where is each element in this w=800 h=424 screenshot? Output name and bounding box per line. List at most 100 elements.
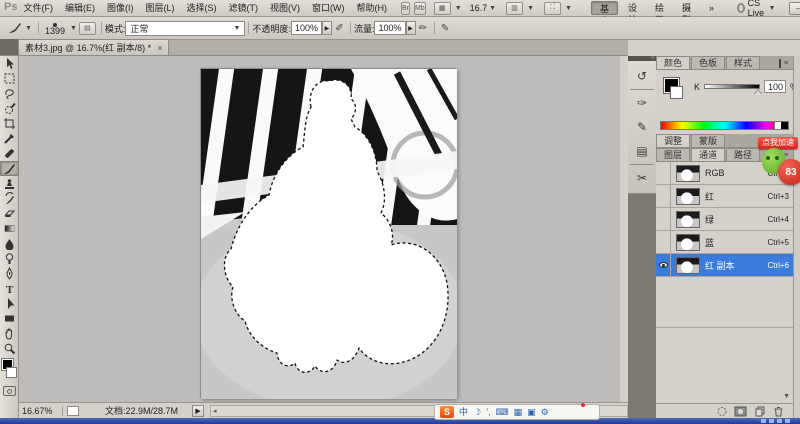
tab-adjustments[interactable]: 调整 (656, 134, 690, 147)
menu-filter[interactable]: 滤镜(T) (222, 1, 264, 16)
zoom-level-dropdown[interactable]: 16.7 ▼ (470, 3, 496, 13)
shape-tool[interactable] (0, 311, 19, 326)
quick-mask-button[interactable] (3, 386, 16, 396)
visibility-cell[interactable] (656, 231, 671, 254)
background-color-swatch[interactable] (6, 367, 17, 378)
menu-select[interactable]: 选择(S) (180, 1, 222, 16)
save-selection-as-channel-icon[interactable] (734, 406, 747, 417)
slice-panel-icon[interactable]: ✂ (631, 167, 653, 189)
white-swatch[interactable] (774, 122, 781, 129)
path-selection-tool[interactable] (0, 296, 19, 311)
flow-field[interactable]: 100% (374, 21, 405, 35)
k-value-field[interactable]: 100 (764, 80, 786, 93)
panel-menu-icon[interactable]: ≡ (779, 59, 791, 68)
clone-source-panel-icon[interactable]: ✎ (631, 116, 653, 138)
visibility-cell[interactable] (656, 208, 671, 231)
menu-image[interactable]: 图像(I) (101, 1, 140, 16)
mini-bridge-icon[interactable]: Mb (414, 2, 426, 15)
brush-tool[interactable] (0, 161, 19, 176)
pen-tool[interactable] (0, 266, 19, 281)
k-slider[interactable] (704, 84, 760, 89)
promo-number-badge[interactable]: 83 (778, 159, 800, 185)
marquee-tool[interactable] (0, 71, 19, 86)
dodge-tool[interactable] (0, 251, 19, 266)
ime-settings-icon[interactable]: ⚙ (541, 405, 549, 419)
menu-view[interactable]: 视图(V) (264, 1, 306, 16)
visibility-cell[interactable] (656, 162, 671, 185)
minimize-button[interactable]: — (789, 2, 800, 15)
flow-slider-button[interactable]: ▶ (406, 21, 416, 35)
tablet-pressure-size-icon[interactable]: ✎ (438, 21, 453, 35)
system-tray-icons[interactable] (761, 419, 790, 423)
canvas-area[interactable] (19, 56, 620, 402)
color-spectrum-ramp[interactable] (660, 121, 789, 130)
workspace-painting[interactable]: 绘画 (647, 1, 672, 15)
gradient-tool[interactable] (0, 221, 19, 236)
delete-channel-icon[interactable] (772, 406, 785, 417)
channel-row-blue[interactable]: 蓝 Ctrl+5 (656, 231, 793, 254)
view-extras-dropdown[interactable]: ▦ ▼ (432, 2, 462, 15)
tablet-pressure-opacity-icon[interactable]: ✐ (332, 21, 347, 35)
hand-tool[interactable] (0, 326, 19, 341)
workspace-design[interactable]: 设计 (620, 1, 645, 15)
arrange-documents-dropdown[interactable]: ▥ ▼ (504, 2, 534, 15)
ime-punctuation-icon[interactable]: ’, (486, 405, 491, 419)
document-tab[interactable]: 素材3.jpg @ 16.7%(红 副本/8) * × (18, 39, 169, 55)
load-selection-icon[interactable] (715, 406, 728, 417)
status-menu-arrow-icon[interactable]: ▶ (192, 405, 204, 417)
blur-tool[interactable] (0, 236, 19, 251)
scroll-left-icon[interactable]: ◂ (213, 407, 217, 415)
zoom-tool[interactable] (0, 341, 19, 356)
history-panel-icon[interactable]: ↺ (631, 65, 653, 87)
history-brush-tool[interactable] (0, 191, 19, 206)
ime-keyboard-icon[interactable]: ⌨ (496, 405, 509, 419)
toggle-brush-panel-icon[interactable]: ▤ (79, 22, 96, 35)
type-tool[interactable]: T (0, 281, 19, 296)
black-swatch[interactable] (781, 122, 788, 129)
airbrush-icon[interactable]: ✏ (416, 21, 431, 35)
tab-paths[interactable]: 路径 (726, 148, 760, 161)
tab-color[interactable]: 颜色 (656, 56, 690, 69)
info-panel-icon[interactable]: ▤ (631, 140, 653, 162)
eyedropper-tool[interactable] (0, 131, 19, 146)
tab-swatches[interactable]: 色板 (691, 56, 725, 69)
eye-icon[interactable] (659, 262, 668, 268)
quick-selection-tool[interactable] (0, 101, 19, 116)
channel-row-green[interactable]: 绿 Ctrl+4 (656, 208, 793, 231)
k-slider-thumb[interactable] (754, 90, 762, 95)
tab-layers[interactable]: 图层 (656, 148, 690, 161)
brush-size-picker[interactable]: 1399 (45, 23, 65, 34)
workspace-essentials[interactable]: 基本功能 (591, 1, 618, 15)
brush-presets-panel-icon[interactable]: ✑ (631, 92, 653, 114)
opacity-field[interactable]: 100% (291, 21, 322, 35)
windows-taskbar-edge[interactable] (0, 418, 800, 424)
clone-stamp-tool[interactable] (0, 176, 19, 191)
new-channel-icon[interactable] (753, 406, 766, 417)
visibility-cell[interactable] (656, 254, 671, 277)
blend-mode-select[interactable]: 正常 ▼ (125, 21, 245, 36)
bridge-icon[interactable]: Br (401, 2, 410, 15)
opacity-slider-button[interactable]: ▶ (322, 21, 332, 35)
move-tool[interactable] (0, 56, 19, 71)
healing-brush-tool[interactable] (0, 146, 19, 161)
status-zoom-field[interactable]: 16.67% (19, 406, 63, 416)
ime-language-toggle[interactable]: 中 (459, 405, 468, 419)
sogou-logo-icon[interactable]: S (440, 406, 454, 418)
panel-scroll-down-icon[interactable]: ▼ (783, 393, 790, 400)
menu-layer[interactable]: 图层(L) (139, 1, 180, 16)
panel-scrollbar[interactable] (793, 56, 800, 418)
tab-close-icon[interactable]: × (157, 43, 162, 53)
menu-window[interactable]: 窗口(W) (306, 1, 351, 16)
tab-masks[interactable]: 蒙版 (691, 134, 725, 147)
promo-overlay[interactable]: 点我加速 83 (756, 137, 800, 195)
crop-tool[interactable] (0, 116, 19, 131)
workspace-photography[interactable]: 摄影 (674, 1, 699, 15)
ime-emoji-icon[interactable]: ▦ (514, 405, 523, 419)
ime-toolbox-icon[interactable]: ▣ (527, 405, 536, 419)
menu-file[interactable]: 文件(F) (17, 1, 59, 16)
eraser-tool[interactable] (0, 206, 19, 221)
visibility-cell[interactable] (656, 185, 671, 208)
cs-live-dropdown[interactable]: CS Live ▼ (737, 0, 775, 18)
ime-fullhalf-icon[interactable]: ☽ (473, 405, 481, 419)
lasso-tool[interactable] (0, 86, 19, 101)
